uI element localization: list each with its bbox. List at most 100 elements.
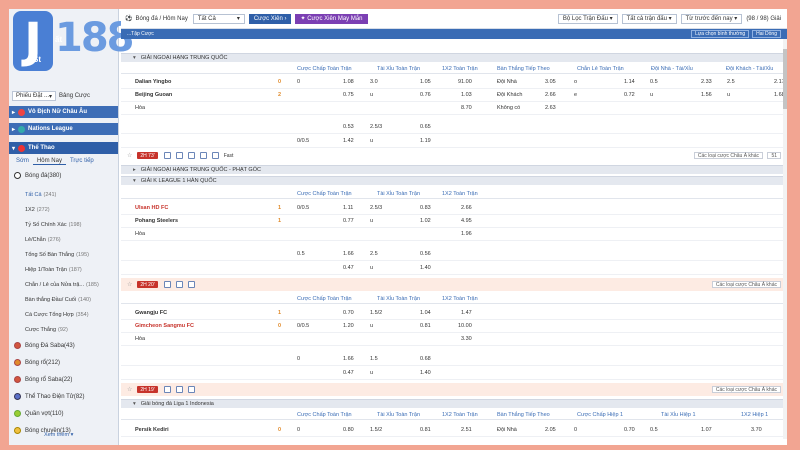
info-icon[interactable] [187, 386, 195, 393]
odds-cell[interactable]: 3.05 [545, 79, 556, 85]
league-nations-league[interactable]: ▸ Nations League [9, 123, 118, 135]
stats-icon[interactable] [163, 386, 171, 393]
odds-cell[interactable]: 0.81 [420, 323, 431, 329]
sport-basketball[interactable]: Bóng rổ (212) [9, 356, 118, 369]
bet-slip-select[interactable]: Phiếu Đặt ... ▾ [12, 91, 57, 101]
odds-cell[interactable]: 0.47 [343, 370, 354, 376]
bet-type-correct-score[interactable]: Tỷ Số Chính Xác (198) [9, 218, 118, 231]
live-icon[interactable] [175, 152, 183, 159]
scrollbar-thumb[interactable] [783, 49, 787, 109]
sport-saba-basketball[interactable]: Bóng rổ Saba (22) [9, 373, 118, 386]
bet-type-total-goals[interactable]: Tổng Số Bàn Thắng (195) [9, 248, 118, 261]
odds-cell[interactable]: 1.56 [701, 92, 712, 98]
odds-cell[interactable]: 1.02 [420, 218, 431, 224]
sports-header[interactable]: ▾ Thể Thao [9, 142, 118, 154]
odds-cell[interactable]: 0.70 [624, 427, 635, 433]
star-icon[interactable]: ☆ [127, 281, 132, 288]
chart-icon[interactable] [175, 386, 183, 393]
parlay-button[interactable]: Cược Xiên › [248, 13, 292, 24]
odds-cell[interactable]: 1.96 [461, 231, 472, 237]
odds-cell[interactable]: 1.47 [461, 310, 472, 316]
info-icon[interactable] [187, 281, 195, 288]
chart-icon[interactable] [187, 152, 195, 159]
odds-cell[interactable]: 2.05 [545, 427, 556, 433]
star-icon[interactable]: ☆ [127, 152, 132, 159]
view-mode-select[interactable]: Lựa chọn bình thường [691, 30, 750, 38]
odds-cell[interactable]: 2.33 [701, 79, 712, 85]
odds-cell[interactable]: 1.04 [420, 310, 431, 316]
tab-live[interactable]: Trực tiếp [66, 158, 98, 164]
match-filter-select[interactable]: Bộ Lọc Trận Đấu ▾ [557, 13, 618, 24]
more-bets-count[interactable]: 51 [767, 152, 781, 159]
odds-cell[interactable]: 1.40 [420, 370, 431, 376]
odds-cell[interactable]: 91.00 [458, 79, 472, 85]
tab-early[interactable]: Sớm [12, 158, 33, 164]
odds-cell[interactable]: 1.11 [343, 205, 353, 211]
other-asian-bets-select[interactable]: Các loại cược Châu Á khác [711, 386, 781, 393]
bet-type-1x2[interactable]: 1X2 (272) [9, 203, 118, 216]
all-select[interactable]: Tất Cả ▾ [192, 13, 245, 24]
tab-today[interactable]: Hôm Nay [32, 158, 66, 165]
bet-type-ht-ft[interactable]: Hiệp 1/Toàn Trận (187) [9, 263, 118, 276]
bet-type-first-last-goal[interactable]: Bàn thắng Đầu/ Cuối (140) [9, 293, 118, 306]
bet-type-mix-parlay[interactable]: Cá Cược Tổng Hợp (354) [9, 308, 118, 321]
odds-cell[interactable]: 0.75 [343, 92, 354, 98]
odds-cell[interactable]: 0.56 [420, 251, 431, 257]
odds-cell[interactable]: 1.66 [343, 251, 354, 257]
odds-cell[interactable]: 1.19 [420, 138, 431, 144]
sport-football[interactable]: Bóng đá (380) [9, 169, 118, 182]
league-header[interactable]: ▾ GIẢI K LEAGUE 1 HÀN QUỐC [121, 176, 787, 185]
sport-saba-football[interactable]: Bóng Đá Saba (43) [9, 339, 118, 352]
bet-type-all[interactable]: Tất Cả (241) [9, 188, 118, 201]
scrollbar[interactable] [783, 39, 787, 439]
odds-cell[interactable]: 10.00 [458, 323, 472, 329]
stats-icon[interactable] [163, 152, 171, 159]
league-header[interactable]: ▾ GIẢI NGOẠI HẠNG TRUNG QUỐC [121, 53, 787, 62]
sort-select[interactable]: Từ trước đến nay ▾ [680, 13, 743, 24]
odds-cell[interactable]: 1.40 [420, 265, 431, 271]
odds-cell[interactable]: 1.03 [461, 92, 472, 98]
tv-icon[interactable] [211, 152, 219, 159]
stats-icon[interactable] [163, 281, 171, 288]
odds-cell[interactable]: 3.30 [461, 336, 472, 342]
odds-cell[interactable]: 0.83 [420, 205, 431, 211]
odds-cell[interactable]: 2.51 [461, 427, 472, 433]
odds-cell[interactable]: 1.07 [701, 427, 712, 433]
bet-type-half-odd-even[interactable]: Chẵn / Lẻ của Nửa trậ... (185) [9, 278, 118, 291]
odds-cell[interactable]: 2.66 [461, 205, 472, 211]
odds-cell[interactable]: 0.68 [420, 356, 431, 362]
odds-cell[interactable]: 0.80 [343, 427, 354, 433]
odds-cell[interactable]: 1.20 [343, 323, 354, 329]
odds-cell[interactable]: 2.63 [545, 105, 556, 111]
odds-cell[interactable]: 1.66 [343, 356, 354, 362]
see-more-link[interactable]: Xem thêm ▾ [44, 432, 73, 438]
odds-cell[interactable]: 3.70 [751, 427, 762, 433]
other-asian-bets-select[interactable]: Các loại cược Châu Á khác [711, 281, 781, 288]
chart-icon[interactable] [175, 281, 183, 288]
odds-cell[interactable]: 0.53 [343, 124, 354, 130]
info-icon[interactable] [199, 152, 207, 159]
league-header[interactable]: ▾ Giải bóng đá Liga 1 Indonesia [121, 399, 787, 408]
all-matches-select[interactable]: Tất cả trận đấu ▾ [621, 13, 677, 24]
odds-cell[interactable]: 8.70 [461, 105, 472, 111]
odds-cell[interactable]: 0.70 [343, 310, 354, 316]
bet-table-link[interactable]: Bảng Cược [59, 93, 90, 99]
lucky-parlay-button[interactable]: ✦ Cược Xiên May Mắn [295, 13, 368, 24]
league-header[interactable]: ▸ GIẢI NGOẠI HẠNG TRUNG QUỐC - PHẠT GÓC [121, 165, 787, 174]
odds-cell[interactable]: 2.66 [545, 92, 556, 98]
odds-cell[interactable]: 1.42 [343, 138, 354, 144]
odds-lines-select[interactable]: Hai Dòng [752, 30, 781, 38]
odds-cell[interactable]: 0.81 [420, 427, 431, 433]
sport-tennis[interactable]: Quần vợt (110) [9, 407, 118, 420]
star-icon[interactable]: ☆ [127, 386, 132, 393]
odds-cell[interactable]: 0.76 [420, 92, 431, 98]
sport-esports[interactable]: Thể Thao Điện Tử (82) [9, 390, 118, 403]
odds-cell[interactable]: 0.77 [343, 218, 354, 224]
odds-cell[interactable]: 0.72 [624, 92, 635, 98]
odds-cell[interactable]: 0.47 [343, 265, 354, 271]
league-womens-euro[interactable]: ▸ Vô Địch Nữ Châu Âu [9, 106, 118, 118]
bet-type-odd-even[interactable]: Lẻ/Chẵn (276) [9, 233, 118, 246]
odds-cell[interactable]: 0.65 [420, 124, 431, 130]
odds-cell[interactable]: 4.95 [461, 218, 472, 224]
other-asian-bets-select[interactable]: Các loại cược Châu Á khác [693, 152, 763, 159]
